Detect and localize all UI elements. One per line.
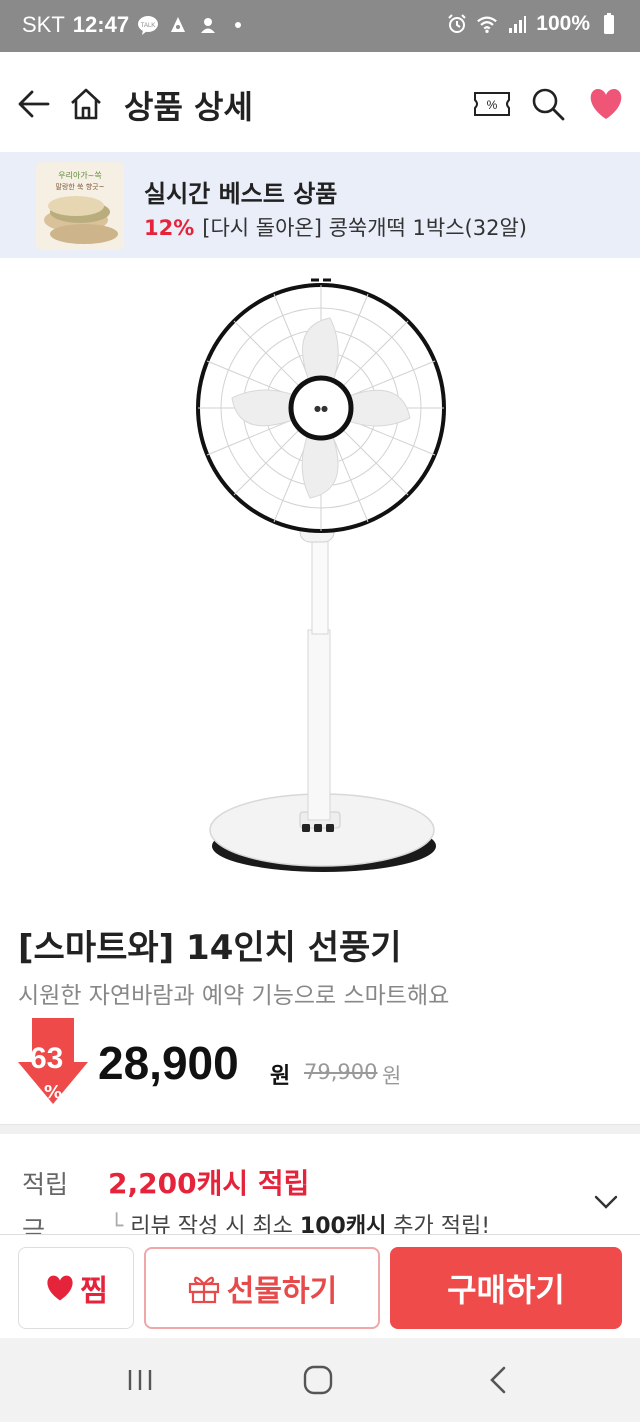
- signal-icon: [506, 13, 528, 35]
- product-subtitle: 시원한 자연바람과 예약 기능으로 스마트해요: [18, 983, 450, 1009]
- sale-price: 28,900: [98, 1037, 239, 1089]
- coupon-icon: %: [474, 92, 510, 116]
- chevron-down-icon: [594, 1195, 618, 1209]
- app-notification-icon-2: [197, 14, 219, 36]
- home-nav-button[interactable]: [288, 1358, 348, 1402]
- gift-label: 선물하기: [226, 1274, 338, 1309]
- best-product-banner[interactable]: 우리아가~쏙 말랑한 쑥 향긋~ 실시간 베스트 상품 12% [다시 돌아온] …: [0, 152, 640, 258]
- gift-button[interactable]: 선물하기: [144, 1247, 380, 1329]
- heart-icon: [590, 89, 622, 119]
- points-expand-button[interactable]: [590, 1188, 622, 1216]
- status-left: SKT 12:47 TALK: [22, 12, 249, 38]
- product-image[interactable]: ●●: [0, 258, 640, 900]
- fan-image: ●●: [196, 278, 446, 872]
- svg-text:말랑한 쑥 향긋~: 말랑한 쑥 향긋~: [56, 182, 105, 191]
- back-arrow-icon: [18, 90, 50, 118]
- battery-percent: 100%: [536, 12, 590, 35]
- discount-percent-sign: %: [44, 1082, 63, 1103]
- alarm-icon: [446, 13, 468, 35]
- home-icon: [71, 88, 101, 120]
- discount-rate: 63: [30, 1042, 64, 1075]
- system-navigation-bar: [0, 1338, 640, 1422]
- svg-text:TALK: TALK: [141, 23, 156, 29]
- sale-price-unit: 원: [270, 1064, 291, 1089]
- recent-apps-button[interactable]: [110, 1358, 170, 1402]
- gift-icon: [188, 1276, 219, 1304]
- back-button[interactable]: [12, 82, 56, 126]
- home-circle-icon: [303, 1365, 333, 1395]
- favorites-button[interactable]: [584, 82, 628, 126]
- original-price-unit: 원: [382, 1064, 402, 1088]
- talk-notification-icon: TALK: [137, 14, 159, 36]
- clock: 12:47: [72, 12, 130, 37]
- more-notifications-icon: [227, 14, 249, 36]
- recent-apps-icon: [128, 1370, 152, 1390]
- heart-icon: [47, 1275, 73, 1301]
- wish-button[interactable]: 찜: [18, 1247, 134, 1329]
- points-amount: 2,200캐시 적립: [108, 1167, 310, 1200]
- banner-product-line: 12% [다시 돌아온] 콩쑥개떡 1박스(32알): [144, 212, 527, 242]
- buy-label: 구매하기: [447, 1271, 565, 1309]
- status-right: 100%: [446, 12, 620, 36]
- buy-button[interactable]: 구매하기: [390, 1247, 622, 1329]
- status-bar: SKT 12:47 TALK 100%: [0, 0, 640, 52]
- banner-title: 실시간 베스트 상품: [144, 180, 338, 208]
- battery-icon: [598, 13, 620, 35]
- search-button[interactable]: [526, 82, 570, 126]
- svg-text:●●: ●●: [314, 404, 328, 413]
- carrier-label: SKT: [22, 12, 65, 37]
- section-divider: [0, 1124, 640, 1134]
- chevron-left-icon: [490, 1366, 506, 1394]
- svg-text:우리아가~쏙: 우리아가~쏙: [58, 170, 102, 180]
- banner-discount: 12%: [144, 216, 195, 240]
- app-notification-icon: [167, 14, 189, 36]
- search-icon: [532, 88, 565, 121]
- original-price: 79,900: [304, 1060, 378, 1084]
- app-header: 상품 상세 %: [0, 52, 640, 152]
- coupon-button[interactable]: %: [470, 84, 514, 124]
- home-button[interactable]: [64, 82, 108, 126]
- product-title: [스마트와] 14인치 선풍기: [18, 928, 402, 968]
- wifi-icon: [476, 13, 498, 35]
- bottom-action-bar: 찜 선물하기 구매하기: [0, 1234, 640, 1338]
- wish-label: 찜: [80, 1274, 108, 1309]
- page-title: 상품 상세: [124, 88, 253, 126]
- back-nav-button[interactable]: [468, 1358, 528, 1402]
- banner-product-name: [다시 돌아온] 콩쑥개떡 1박스(32알): [202, 216, 527, 240]
- banner-product-image: 우리아가~쏙 말랑한 쑥 향긋~: [36, 162, 124, 250]
- svg-text:%: %: [487, 98, 498, 112]
